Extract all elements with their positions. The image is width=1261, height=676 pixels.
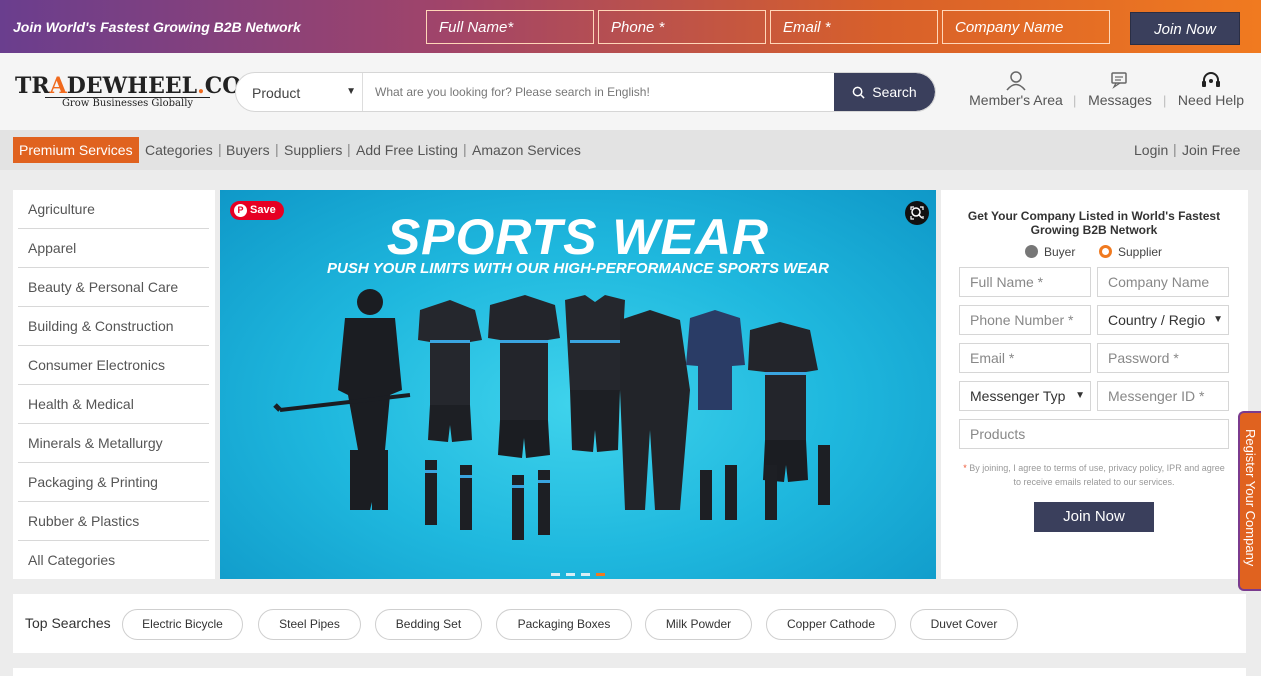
company-name-field[interactable]: Company Name	[1097, 267, 1229, 297]
main-nav: Premium Services Categories | Buyers | S…	[0, 130, 1261, 170]
nav-categories[interactable]: Categories	[145, 142, 213, 158]
search-button[interactable]: Search	[834, 73, 935, 111]
nav-buyers[interactable]: Buyers	[226, 142, 270, 158]
supplier-radio[interactable]: Supplier	[1099, 245, 1162, 259]
header-links: Member's Area | Messages | Need Help	[960, 71, 1260, 116]
premium-services-tab[interactable]: Premium Services	[13, 137, 139, 163]
top-search-chip[interactable]: Duvet Cover	[910, 609, 1018, 640]
next-section-edge	[13, 668, 1246, 676]
header-separator: |	[1163, 93, 1167, 108]
promo-phone-input[interactable]: Phone *	[598, 10, 766, 44]
category-item[interactable]: Packaging & Printing	[18, 463, 209, 502]
top-searches: Top Searches Electric Bicycle Steel Pipe…	[13, 594, 1246, 653]
top-search-chip[interactable]: Steel Pipes	[258, 609, 361, 640]
registration-heading: Get Your Company Listed in World's Faste…	[967, 209, 1221, 237]
search-icon	[853, 86, 865, 99]
register-company-side-tab[interactable]: Register Your Company	[1238, 411, 1261, 591]
members-area-label: Member's Area	[969, 92, 1063, 108]
category-item[interactable]: Minerals & Metallurgy	[18, 424, 209, 463]
nav-amazon-services[interactable]: Amazon Services	[472, 142, 581, 158]
top-searches-label: Top Searches	[25, 615, 111, 631]
password-field[interactable]: Password *	[1097, 343, 1229, 373]
category-item-all[interactable]: All Categories	[18, 541, 209, 580]
promo-join-button[interactable]: Join Now	[1130, 12, 1240, 45]
nav-separator: |	[1173, 141, 1177, 157]
sportswear-illustration	[273, 289, 830, 540]
messenger-id-field[interactable]: Messenger ID *	[1097, 381, 1229, 411]
search-button-label: Search	[872, 84, 917, 100]
category-item[interactable]: Agriculture	[18, 190, 209, 229]
nav-separator: |	[347, 141, 351, 157]
register-join-button[interactable]: Join Now	[1034, 502, 1154, 532]
members-area-link[interactable]: Member's Area	[968, 71, 1064, 108]
logo-wordmark: TRADEWHEEL.COM	[15, 73, 266, 99]
need-help-link[interactable]: Need Help	[1175, 71, 1247, 108]
country-select-value: Country / Regio	[1108, 312, 1206, 328]
messenger-type-select[interactable]: Messenger Typ ▼	[959, 381, 1091, 411]
join-free-link[interactable]: Join Free	[1182, 142, 1240, 158]
logo-tagline: Grow Businesses Globally	[45, 97, 210, 109]
search-category-select[interactable]: Product ▼	[236, 73, 363, 111]
category-item[interactable]: Consumer Electronics	[18, 346, 209, 385]
user-icon	[1006, 71, 1026, 91]
promo-company-input[interactable]: Company Name	[942, 10, 1110, 44]
tradewheel-logo[interactable]: TRADEWHEEL.COM Grow Businesses Globally	[15, 73, 266, 113]
promo-full-name-input[interactable]: Full Name*	[426, 10, 594, 44]
nav-add-free-listing[interactable]: Add Free Listing	[356, 142, 458, 158]
search-input[interactable]: What are you looking for? Please search …	[375, 85, 650, 99]
nav-suppliers[interactable]: Suppliers	[284, 142, 342, 158]
hero-banner[interactable]: P Save SPORTS WEAR PUSH YOUR LIMITS WITH…	[220, 190, 936, 579]
registration-form: Get Your Company Listed in World's Faste…	[941, 190, 1248, 579]
chevron-down-icon: ▼	[1213, 314, 1223, 325]
need-help-label: Need Help	[1177, 92, 1245, 108]
category-item[interactable]: Health & Medical	[18, 385, 209, 424]
slide-dot-active[interactable]	[596, 573, 605, 576]
radio-selected	[1099, 245, 1112, 258]
site-header: TRADEWHEEL.COM Grow Businesses Globally …	[0, 53, 1261, 130]
messages-icon	[1111, 72, 1127, 89]
terms-text-body: By joining, I agree to terms of use, pri…	[969, 463, 1225, 487]
country-select[interactable]: Country / Regio ▼	[1097, 305, 1229, 335]
promo-text: Join World's Fastest Growing B2B Network	[13, 19, 301, 35]
chevron-down-icon: ▼	[1075, 390, 1085, 401]
buyer-radio[interactable]: Buyer	[1025, 245, 1075, 259]
promo-email-input[interactable]: Email *	[770, 10, 938, 44]
promo-bar: Join World's Fastest Growing B2B Network…	[0, 0, 1261, 53]
slide-dot[interactable]	[551, 573, 560, 576]
login-link[interactable]: Login	[1134, 142, 1168, 158]
buyer-radio-label: Buyer	[1044, 245, 1076, 259]
top-search-chip[interactable]: Electric Bicycle	[122, 609, 243, 640]
email-field[interactable]: Email *	[959, 343, 1091, 373]
chevron-down-icon: ▼	[346, 86, 356, 97]
category-item[interactable]: Building & Construction	[18, 307, 209, 346]
full-name-field[interactable]: Full Name *	[959, 267, 1091, 297]
headset-icon	[1202, 72, 1220, 87]
products-field[interactable]: Products	[959, 419, 1229, 449]
category-item[interactable]: Beauty & Personal Care	[18, 268, 209, 307]
phone-number-field[interactable]: Phone Number *	[959, 305, 1091, 335]
terms-text: * By joining, I agree to terms of use, p…	[961, 461, 1227, 489]
search-category-value: Product	[252, 85, 301, 101]
top-search-chip[interactable]: Copper Cathode	[766, 609, 896, 640]
nav-separator: |	[463, 141, 467, 157]
side-tab-label: Register Your Company	[1243, 429, 1258, 567]
supplier-radio-label: Supplier	[1118, 245, 1163, 259]
nav-separator: |	[218, 141, 222, 157]
category-list: Agriculture Apparel Beauty & Personal Ca…	[13, 190, 215, 579]
slide-indicators	[551, 563, 611, 579]
search-bar: Product ▼ What are you looking for? Plea…	[235, 72, 936, 112]
top-search-chip[interactable]: Bedding Set	[375, 609, 482, 640]
messages-link[interactable]: Messages	[1085, 71, 1155, 108]
category-item[interactable]: Apparel	[18, 229, 209, 268]
header-separator: |	[1073, 93, 1077, 108]
slide-dot[interactable]	[581, 573, 590, 576]
radio-unselected	[1025, 245, 1038, 258]
messages-label: Messages	[1088, 92, 1152, 108]
top-search-chip[interactable]: Packaging Boxes	[496, 609, 632, 640]
category-item[interactable]: Rubber & Plastics	[18, 502, 209, 541]
slide-dot[interactable]	[566, 573, 575, 576]
messenger-type-value: Messenger Typ	[970, 388, 1066, 404]
top-search-chip[interactable]: Milk Powder	[645, 609, 752, 640]
nav-separator: |	[275, 141, 279, 157]
